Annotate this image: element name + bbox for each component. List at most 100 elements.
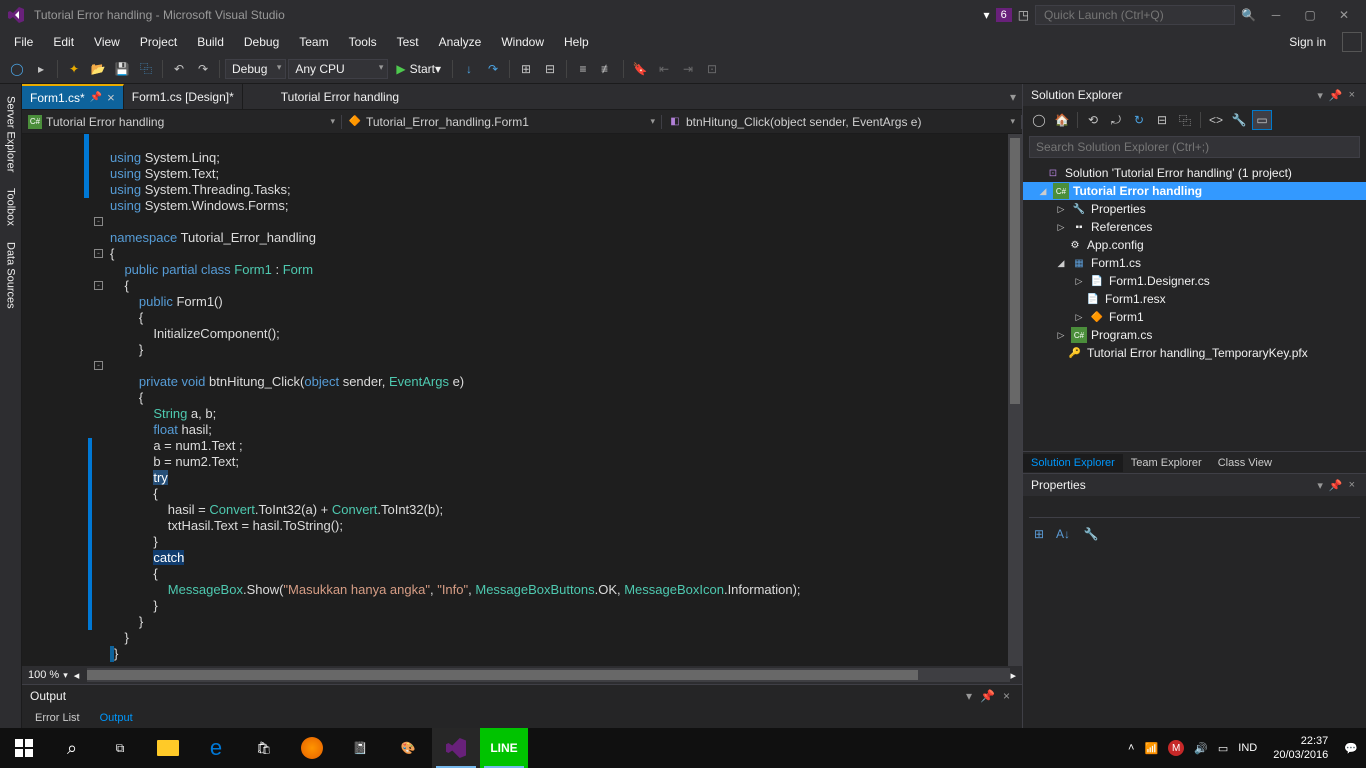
props-close-icon[interactable]: × xyxy=(1346,479,1358,491)
undo-button[interactable]: ↶ xyxy=(168,58,190,80)
tab-tutorial[interactable]: Tutorial Error handling xyxy=(273,84,407,109)
se-preview-icon[interactable]: ▭ xyxy=(1252,110,1272,130)
visual-studio-button[interactable] xyxy=(432,728,480,768)
props-categorized-icon[interactable]: ⊞ xyxy=(1029,524,1049,544)
menu-view[interactable]: View xyxy=(84,32,130,52)
menu-file[interactable]: File xyxy=(4,32,43,52)
se-pin-icon[interactable]: 📌 xyxy=(1326,89,1346,102)
scroll-left-icon[interactable]: ◂ xyxy=(74,669,80,682)
uncomment-button[interactable]: ≢ xyxy=(596,58,618,80)
zoom-combo[interactable]: 100 % xyxy=(28,669,59,681)
scroll-right-icon[interactable]: ▸ xyxy=(1010,669,1016,682)
tree-form1cs[interactable]: ◢▦ Form1.cs xyxy=(1023,254,1366,272)
data-sources-tab[interactable]: Data Sources xyxy=(3,234,19,317)
store-button[interactable]: 🛍 xyxy=(240,728,288,768)
line-button[interactable]: LINE xyxy=(480,728,528,768)
menu-team[interactable]: Team xyxy=(289,32,338,52)
output-tab[interactable]: Output xyxy=(91,709,142,727)
props-pin-icon[interactable]: 📌 xyxy=(1326,479,1346,492)
se-back-icon[interactable]: ◯ xyxy=(1029,110,1049,130)
save-button[interactable]: 💾 xyxy=(111,58,133,80)
nav-project-combo[interactable]: C# Tutorial Error handling▾ xyxy=(22,115,342,129)
avatar-icon[interactable] xyxy=(1342,32,1362,52)
step-into-button[interactable]: ↓ xyxy=(458,58,480,80)
se-close-icon[interactable]: × xyxy=(1346,89,1358,101)
minimize-button[interactable]: ─ xyxy=(1262,5,1290,25)
output-pin-icon[interactable]: 📌 xyxy=(976,689,999,703)
tree-properties[interactable]: ▷🔧 Properties xyxy=(1023,200,1366,218)
tab-form1cs[interactable]: Form1.cs* 📌 × xyxy=(22,84,124,109)
menu-project[interactable]: Project xyxy=(130,32,187,52)
props-alpha-icon[interactable]: A↓ xyxy=(1053,524,1073,544)
menu-debug[interactable]: Debug xyxy=(234,32,289,52)
back-button[interactable]: ◯ xyxy=(6,58,28,80)
vertical-scrollbar[interactable] xyxy=(1008,134,1022,666)
se-pending-icon[interactable]: ⤾ xyxy=(1106,110,1126,130)
save-all-button[interactable]: ⿻ xyxy=(135,58,157,80)
pin-icon[interactable]: 📌 xyxy=(90,92,102,103)
notification-badge[interactable]: 6 xyxy=(996,8,1012,22)
tree-project[interactable]: ◢C# Tutorial Error handling xyxy=(1023,182,1366,200)
open-button[interactable]: 📂 xyxy=(87,58,109,80)
error-list-tab[interactable]: Error List xyxy=(26,709,89,727)
se-tab-solution[interactable]: Solution Explorer xyxy=(1023,454,1123,472)
feedback-icon[interactable]: ◳ xyxy=(1018,8,1029,22)
se-sync-icon[interactable]: ⟲ xyxy=(1083,110,1103,130)
tree-tempkey[interactable]: 🔑 Tutorial Error handling_TemporaryKey.p… xyxy=(1023,344,1366,362)
se-code-icon[interactable]: <> xyxy=(1206,110,1226,130)
start-menu-button[interactable] xyxy=(0,728,48,768)
close-tab-icon[interactable]: × xyxy=(107,90,115,105)
tray-clock[interactable]: 22:37 20/03/2016 xyxy=(1267,734,1334,762)
sign-in-link[interactable]: Sign in xyxy=(1279,32,1336,52)
redo-button[interactable]: ↷ xyxy=(192,58,214,80)
menu-build[interactable]: Build xyxy=(187,32,234,52)
menu-help[interactable]: Help xyxy=(554,32,599,52)
server-explorer-tab[interactable]: Server Explorer xyxy=(3,88,19,180)
tree-form1resx[interactable]: 📄 Form1.resx xyxy=(1023,290,1366,308)
nav-class-combo[interactable]: 🔶 Tutorial_Error_handling.Form1▾ xyxy=(342,115,662,129)
bookmark-button[interactable]: 🔖 xyxy=(629,58,651,80)
paint-button[interactable]: 🎨 xyxy=(384,728,432,768)
maximize-button[interactable]: ▢ xyxy=(1296,5,1324,25)
se-dropdown-icon[interactable]: ▾ xyxy=(1314,89,1326,102)
tree-programcs[interactable]: ▷C# Program.cs xyxy=(1023,326,1366,344)
tb-icon-4[interactable]: ⇥ xyxy=(677,58,699,80)
close-button[interactable]: ✕ xyxy=(1330,5,1358,25)
props-dropdown-icon[interactable]: ▾ xyxy=(1314,479,1326,492)
tray-wifi-icon[interactable]: 📶 xyxy=(1144,742,1158,755)
menu-edit[interactable]: Edit xyxy=(43,32,84,52)
se-search-input[interactable] xyxy=(1029,136,1360,158)
tb-icon-3[interactable]: ⇤ xyxy=(653,58,675,80)
zoom-dropdown-icon[interactable]: ▾ xyxy=(63,670,68,681)
quick-launch-input[interactable] xyxy=(1035,5,1235,25)
se-collapse-icon[interactable]: ⊟ xyxy=(1152,110,1172,130)
edge-button[interactable]: e xyxy=(192,728,240,768)
se-refresh-icon[interactable]: ↻ xyxy=(1129,110,1149,130)
tab-form1-design[interactable]: Form1.cs [Design]* xyxy=(124,84,243,109)
comment-button[interactable]: ≡ xyxy=(572,58,594,80)
menu-tools[interactable]: Tools xyxy=(339,32,387,52)
se-tab-team[interactable]: Team Explorer xyxy=(1123,454,1210,472)
task-view-button[interactable]: ⧉ xyxy=(96,728,144,768)
tray-notifications-icon[interactable]: 💬 xyxy=(1344,742,1358,755)
menu-test[interactable]: Test xyxy=(387,32,429,52)
search-icon[interactable]: 🔍 xyxy=(1241,8,1256,22)
forward-button[interactable]: ▸ xyxy=(30,58,52,80)
props-wrench-icon[interactable]: 🔧 xyxy=(1081,524,1101,544)
output-dropdown-icon[interactable]: ▾ xyxy=(962,689,976,703)
se-showall-icon[interactable]: ⿻ xyxy=(1175,110,1195,130)
new-project-button[interactable]: ✦ xyxy=(63,58,85,80)
tree-appconfig[interactable]: ⚙ App.config xyxy=(1023,236,1366,254)
se-tab-class[interactable]: Class View xyxy=(1210,454,1280,472)
notepad-button[interactable]: 📓 xyxy=(336,728,384,768)
file-explorer-button[interactable] xyxy=(144,728,192,768)
flag-icon[interactable]: ▾ xyxy=(984,8,990,22)
tray-chevron-icon[interactable]: ˄ xyxy=(1128,742,1134,754)
tab-dropdown-icon[interactable]: ▾ xyxy=(1004,84,1022,109)
menu-analyze[interactable]: Analyze xyxy=(429,32,492,52)
search-button[interactable]: ⌕ xyxy=(48,728,96,768)
tb-icon-2[interactable]: ⊟ xyxy=(539,58,561,80)
config-combo[interactable]: Debug xyxy=(225,59,286,79)
step-over-button[interactable]: ↷ xyxy=(482,58,504,80)
tray-battery-icon[interactable]: ▭ xyxy=(1218,742,1228,755)
